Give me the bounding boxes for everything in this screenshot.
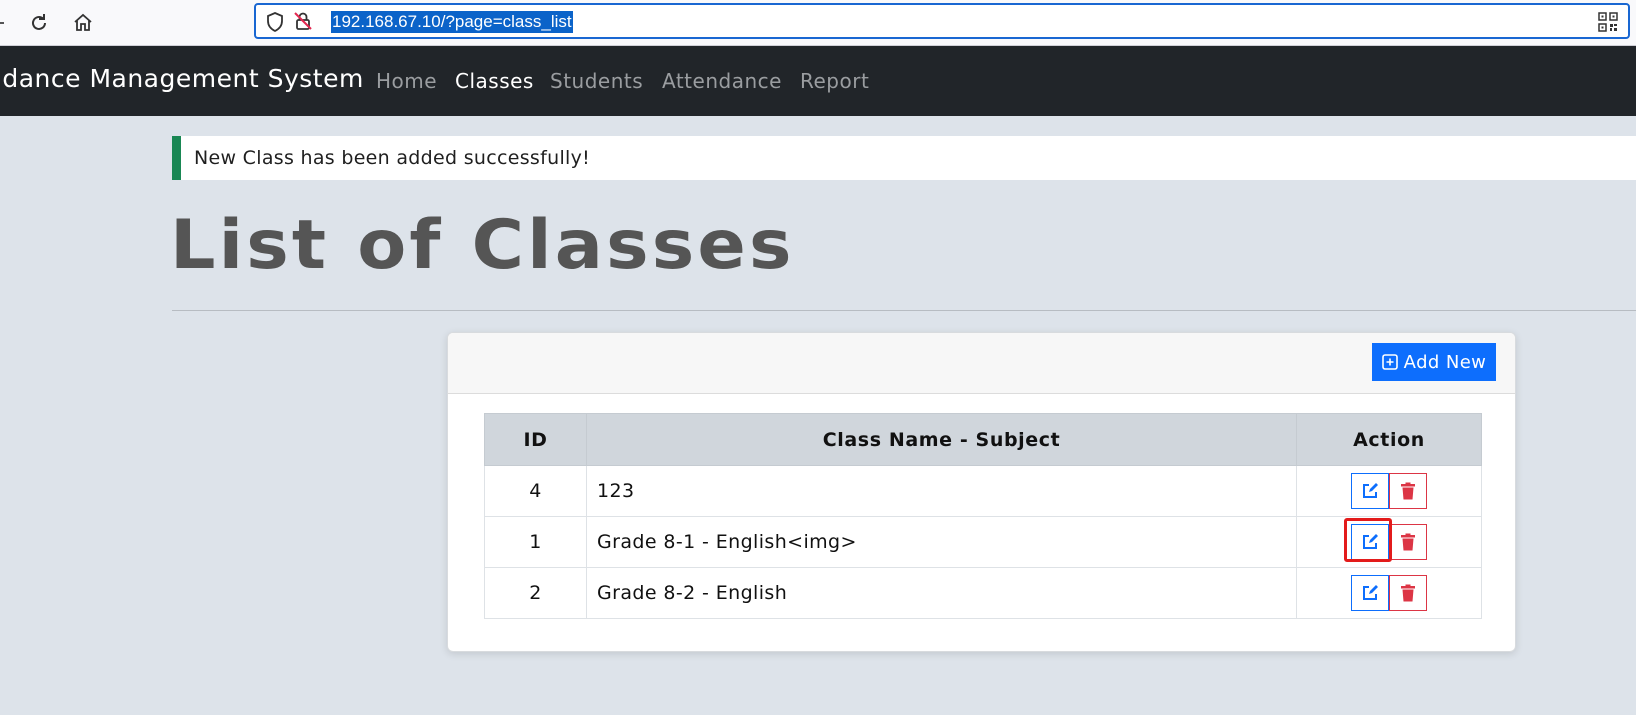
cell-class-name: Grade 8-2 - English [586,567,1297,619]
add-new-button[interactable]: Add New [1372,343,1496,381]
navbar-brand[interactable]: ndance Management System [0,64,364,93]
add-new-label: Add New [1403,351,1487,373]
classes-table: ID Class Name - Subject Action 4 123 1 G… [484,413,1482,619]
edit-icon [1363,483,1378,498]
edit-icon [1363,534,1378,549]
table-row: 4 123 [484,465,1482,517]
navbar: ndance Management System Home Classes St… [0,46,1636,116]
cell-actions [1296,567,1482,619]
trash-icon [1401,584,1415,602]
cell-actions [1296,465,1482,517]
delete-button[interactable] [1389,524,1427,560]
arrow-left-icon[interactable] [0,9,14,37]
reload-icon[interactable] [25,9,53,37]
header-id: ID [484,413,587,466]
edit-button[interactable] [1351,575,1389,611]
cell-class-name: 123 [586,465,1297,517]
class-list-card: Add New ID Class Name - Subject Action 4… [447,332,1516,652]
cell-id: 1 [484,516,587,568]
edit-button[interactable] [1351,473,1389,509]
trash-icon [1401,533,1415,551]
cell-id: 2 [484,567,587,619]
nav-link-attendance[interactable]: Attendance [662,69,782,93]
header-class-name: Class Name - Subject [586,413,1297,466]
header-action: Action [1296,413,1482,466]
trash-icon [1401,482,1415,500]
card-header: Add New [448,333,1515,394]
alert-message: New Class has been added successfully! [194,147,591,169]
url-bar[interactable]: 192.168.67.10/?page=class_list [254,3,1630,39]
browser-toolbar: 192.168.67.10/?page=class_list [0,0,1636,46]
action-buttons [1344,518,1427,562]
nav-link-home[interactable]: Home [376,69,437,93]
shield-icon[interactable] [264,11,286,33]
action-buttons [1351,575,1427,611]
nav-link-report[interactable]: Report [800,69,869,93]
success-alert: New Class has been added successfully! [172,136,1636,180]
table-header-row: ID Class Name - Subject Action [484,413,1482,466]
delete-button[interactable] [1389,473,1427,509]
insecure-lock-icon[interactable] [292,10,314,32]
delete-button[interactable] [1389,575,1427,611]
home-icon[interactable] [69,9,97,37]
plus-square-icon [1381,354,1398,370]
edit-button[interactable] [1351,524,1389,560]
cell-actions [1296,516,1482,568]
cell-class-name: Grade 8-1 - English<img> [586,516,1297,568]
title-divider [172,310,1636,311]
nav-link-students[interactable]: Students [550,69,643,93]
cell-id: 4 [484,465,587,517]
qr-code-icon[interactable] [1598,12,1618,32]
action-buttons [1351,473,1427,509]
table-row: 1 Grade 8-1 - English<img> [484,516,1482,568]
url-text[interactable]: 192.168.67.10/?page=class_list [331,11,573,33]
page-title: List of Classes [170,206,795,285]
table-row: 2 Grade 8-2 - English [484,567,1482,619]
edit-icon [1363,585,1378,600]
nav-link-classes[interactable]: Classes [455,69,534,93]
